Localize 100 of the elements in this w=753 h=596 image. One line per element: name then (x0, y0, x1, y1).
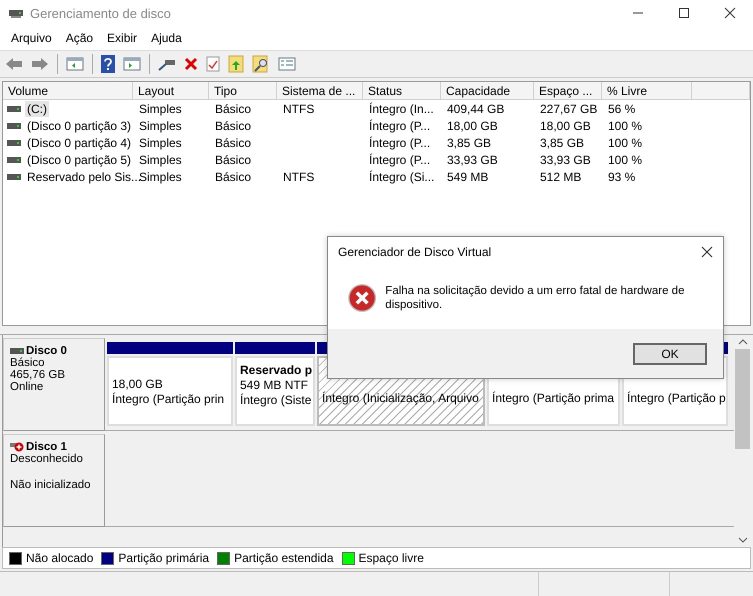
table-cell: Simples (139, 170, 182, 184)
partition-status: Íntegro (Partição prima (492, 391, 615, 406)
disk-drive-icon (8, 7, 24, 19)
drive-icon (10, 348, 24, 354)
connect-icon[interactable] (158, 57, 176, 71)
dialog-title: Gerenciador de Disco Virtual (338, 245, 492, 259)
partition-size: 549 MB NTF (240, 378, 310, 393)
disk-type: Desconhecido (10, 453, 84, 465)
menu-item[interactable]: Arquivo (4, 31, 59, 45)
partition-name: Reservado p (240, 363, 310, 378)
table-cell: 33,93 GB (447, 152, 498, 166)
drive-icon (7, 140, 21, 146)
folder-search-icon[interactable] (252, 55, 270, 73)
column-header[interactable]: Espaço ... (534, 82, 602, 100)
drive-icon (7, 106, 21, 112)
table-cell: Básico (215, 102, 252, 116)
table-cell: 549 MB (447, 170, 488, 184)
partition-status: Íntegro (Inicialização, Arquivo (322, 391, 480, 406)
help-icon[interactable] (101, 55, 115, 73)
column-header[interactable]: % Livre (602, 82, 692, 100)
error-icon (348, 282, 376, 314)
drive-icon (7, 122, 21, 128)
column-header[interactable]: Volume (3, 82, 133, 100)
column-header[interactable]: Layout (133, 82, 209, 100)
table-cell: 33,93 GB (540, 152, 591, 166)
table-cell: Simples (139, 118, 182, 132)
disk-name: Disco 0 (26, 345, 67, 357)
table-cell: Básico (215, 118, 252, 132)
table-cell: Íntegro (P... (369, 118, 430, 132)
menu-item[interactable]: Ajuda (144, 31, 189, 45)
table-cell: Simples (139, 102, 182, 116)
back-arrow-icon[interactable] (5, 57, 23, 71)
panel-icon[interactable] (123, 57, 141, 71)
error-message: Falha na solicitação devido a um erro fatal de hardware de dispositivo. (385, 284, 686, 312)
drive-error-icon (10, 441, 24, 453)
table-cell: NTFS (283, 102, 314, 116)
folder-up-icon[interactable] (228, 55, 244, 73)
partition-status: Íntegro (Siste (240, 393, 310, 408)
delete-icon[interactable] (184, 57, 198, 71)
table-cell[interactable]: (Disco 0 partição 4) (25, 134, 134, 150)
table-cell: 3,85 GB (447, 136, 492, 150)
drive-icon (7, 174, 21, 180)
column-header[interactable]: Tipo (209, 82, 277, 100)
table-cell: 56 % (608, 102, 636, 116)
table-cell: Íntegro (In... (369, 102, 434, 116)
forward-arrow-icon[interactable] (31, 57, 49, 71)
table-cell: Simples (139, 152, 182, 166)
partition-box[interactable]: Reservado p 549 MB NTF Íntegro (Siste (235, 356, 315, 426)
table-cell: Íntegro (P... (369, 152, 430, 166)
partition-status: Íntegro (Partição p (627, 391, 723, 406)
partition-box[interactable]: 18,00 GB Íntegro (Partição prin (107, 356, 233, 426)
disk-label-panel[interactable]: Disco 0 Básico 465,76 GB Online (3, 338, 105, 431)
checklist-icon[interactable] (206, 56, 220, 72)
legend-label: Espaço livre (358, 551, 424, 565)
table-cell: 100 % (608, 152, 642, 166)
scroll-down-icon[interactable] (738, 537, 748, 543)
column-header[interactable]: Status (363, 82, 441, 100)
table-cell: Básico (215, 170, 252, 184)
table-cell: Básico (215, 136, 252, 150)
panel-icon[interactable] (66, 57, 84, 71)
table-cell: 93 % (608, 170, 636, 184)
table-cell: 512 MB (540, 170, 582, 184)
scroll-up-icon[interactable] (738, 339, 748, 345)
table-cell: 100 % (608, 136, 642, 150)
table-cell[interactable]: (Disco 0 partição 3) (25, 118, 134, 134)
column-header[interactable]: Capacidade (441, 82, 534, 100)
table-cell: Simples (139, 136, 182, 150)
disk-size: 465,76 GB (10, 369, 66, 381)
disk-name: Disco 1 (26, 441, 67, 453)
table-cell: 18,00 GB (540, 118, 591, 132)
maximize-icon[interactable] (678, 7, 690, 19)
properties-icon[interactable] (278, 57, 296, 71)
legend-label: Partição estendida (234, 551, 334, 565)
table-cell: 3,85 GB (540, 136, 584, 150)
table-cell: 18,00 GB (447, 118, 498, 132)
table-cell: 409,44 GB (447, 102, 504, 116)
table-cell[interactable]: (Disco 0 partição 5) (25, 152, 134, 168)
partition-size: 18,00 GB (112, 377, 164, 392)
legend-label: Não alocado (26, 551, 94, 565)
column-header[interactable]: Sistema de ... (277, 82, 363, 100)
close-icon[interactable] (724, 7, 736, 19)
table-cell: 100 % (608, 118, 642, 132)
menu-item[interactable]: Exibir (100, 31, 144, 45)
table-cell[interactable]: (C:) (25, 100, 49, 116)
table-cell: Básico (215, 152, 252, 166)
ok-button[interactable]: OK (633, 342, 707, 364)
drive-icon (7, 156, 21, 162)
disk-label-panel[interactable]: Disco 1 Desconhecido Não inicializado (3, 434, 105, 527)
disk-state: Online (10, 381, 44, 393)
disk-type: Básico (10, 357, 46, 369)
table-cell: NTFS (283, 170, 314, 184)
window-title: Gerenciamento de disco (30, 6, 171, 20)
table-cell: Íntegro (P... (369, 136, 430, 150)
disk-state: Não inicializado (10, 479, 92, 491)
close-icon[interactable] (701, 246, 713, 258)
menu-item[interactable]: Ação (58, 31, 100, 45)
partition-status: Íntegro (Partição prin (112, 392, 226, 407)
scroll-thumb[interactable] (735, 349, 750, 449)
table-cell: 227,67 GB (540, 102, 598, 116)
legend-label: Partição primária (118, 551, 210, 565)
